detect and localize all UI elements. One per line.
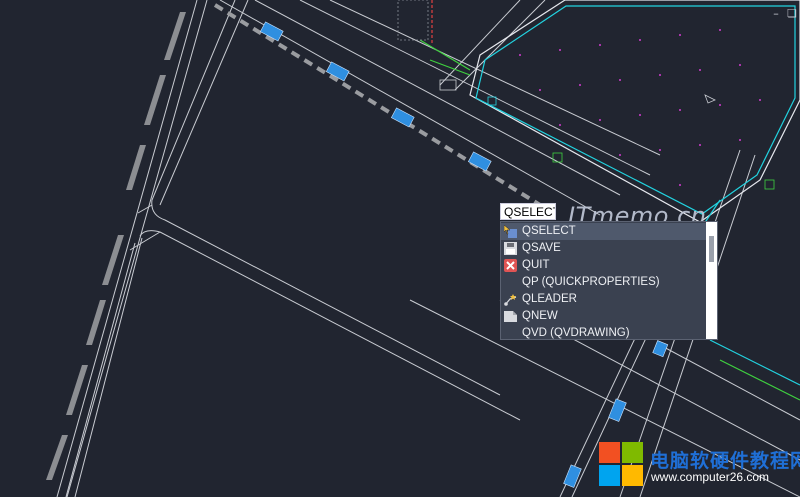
- autocomplete-item-qsave[interactable]: QSAVE: [501, 240, 706, 257]
- road-median-dashes: [46, 12, 186, 480]
- logo-quad-yellow: [622, 465, 643, 486]
- survey-points: [519, 29, 761, 186]
- windows-logo-icon: [599, 442, 643, 486]
- autocomplete-item-label: QSAVE: [522, 242, 561, 254]
- logo-quad-red: [599, 442, 620, 463]
- autocomplete-item-qp[interactable]: QP (QUICKPROPERTIES): [501, 274, 706, 291]
- autocomplete-item-label: QUIT: [522, 259, 550, 271]
- autocomplete-item-label: QSELECT: [522, 225, 576, 237]
- autocomplete-item-qselect[interactable]: QSELECT: [501, 223, 706, 240]
- autocomplete-item-quit[interactable]: QUIT: [501, 257, 706, 274]
- autocomplete-list[interactable]: QSELECT QSAVE QUIT QP (QUICKPROPERTIES) …: [500, 221, 718, 340]
- misc-symbols: [397, 0, 775, 190]
- logo-quad-green: [622, 442, 643, 463]
- scrollbar-thumb[interactable]: [709, 236, 714, 262]
- autocomplete-scrollbar[interactable]: [706, 222, 717, 339]
- brand-name: 电脑软硬件教程网: [650, 450, 800, 472]
- autocomplete-item-label: QNEW: [522, 310, 558, 322]
- brand-url: www.computer26.com: [651, 470, 770, 484]
- quit-icon: [504, 259, 517, 272]
- autocomplete-item-label: QP (QUICKPROPERTIES): [522, 276, 660, 288]
- autocomplete-item-qnew[interactable]: QNEW: [501, 308, 706, 325]
- qselect-icon: [504, 225, 517, 238]
- minimize-icon[interactable]: –: [770, 8, 782, 19]
- restore-icon[interactable]: ❏: [786, 8, 798, 19]
- leader-icon: [504, 294, 517, 306]
- logo-quad-blue: [599, 465, 620, 486]
- autocomplete-item-label: QLEADER: [522, 293, 577, 305]
- command-line-input[interactable]: QSELECT: [500, 203, 556, 220]
- new-file-icon: [504, 311, 517, 322]
- autocomplete-item-label: QVD (QVDRAWING): [522, 327, 630, 339]
- autocomplete-item-qvd[interactable]: QVD (QVDRAWING): [501, 325, 706, 342]
- diagonal-dashed-line: [213, 3, 547, 210]
- autocomplete-item-qleader[interactable]: QLEADER: [501, 291, 706, 308]
- save-icon: [504, 242, 517, 255]
